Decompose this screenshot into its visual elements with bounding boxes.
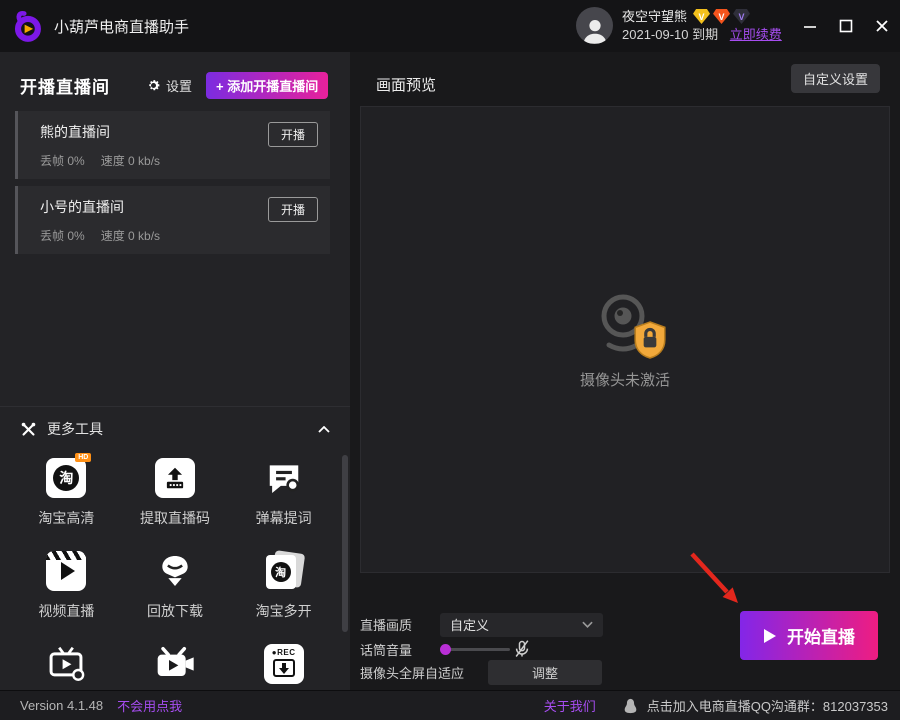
builtin-obs-icon: [154, 643, 196, 685]
room-beautify-icon: [45, 643, 87, 685]
app-logo-icon: [10, 9, 44, 43]
vip-badge-orange-icon[interactable]: V: [713, 9, 730, 24]
app-title: 小葫芦电商直播助手: [54, 16, 189, 37]
statusbar: Version 4.1.48 不会用点我 关于我们 点击加入电商直播QQ沟通群：…: [0, 690, 900, 720]
vip-badge-gold-icon[interactable]: V: [693, 9, 710, 24]
more-tools-label: 更多工具: [47, 419, 318, 439]
quality-label: 直播画质: [360, 615, 412, 634]
renew-link[interactable]: 立即续费: [730, 27, 782, 42]
maximize-button[interactable]: [828, 8, 864, 44]
shield-lock-icon: [633, 321, 667, 359]
go-live-button[interactable]: 开播: [268, 122, 318, 147]
gear-icon: [146, 78, 161, 93]
tools-icon: [20, 421, 37, 438]
tool-label: 弹幕提词: [256, 508, 312, 528]
chevron-down-icon: [582, 621, 593, 628]
more-tools-section: 更多工具 淘 HD 淘宝高清: [0, 406, 350, 714]
taobao-hd-icon: 淘 HD: [45, 457, 87, 499]
expiry-date: 2021-09-10 到期: [622, 27, 718, 42]
room-card[interactable]: 熊的直播间 开播 丢帧 0% 速度 0 kb/s: [15, 111, 330, 179]
more-tools-header[interactable]: 更多工具: [0, 407, 350, 451]
close-icon: [875, 19, 889, 33]
room-card[interactable]: 小号的直播间 开播 丢帧 0% 速度 0 kb/s: [15, 186, 330, 254]
tool-label: 提取直播码: [140, 508, 210, 528]
username: 夜空守望熊: [622, 8, 687, 26]
tool-replay-download[interactable]: 回放下载: [121, 550, 230, 621]
tool-label: 视频直播: [38, 601, 94, 621]
tool-extract-stream-code[interactable]: 提取直播码: [121, 457, 230, 528]
taobao-multi-icon: 淘: [263, 550, 305, 592]
tool-danmu-prompter[interactable]: 弹幕提词: [229, 457, 338, 528]
preview-title: 画面预览: [376, 74, 436, 95]
user-info: 夜空守望熊 V V V 2021-09-10 到期 立即续费: [576, 7, 782, 44]
app-window: 小葫芦电商直播助手 夜空守望熊 V V V 2021-0: [0, 0, 900, 720]
tool-video-live[interactable]: 视频直播: [12, 550, 121, 621]
play-icon: [763, 628, 777, 644]
sidebar-title: 开播直播间: [20, 73, 110, 98]
minimize-icon: [803, 19, 817, 33]
go-live-button[interactable]: 开播: [268, 197, 318, 222]
preview-box: 摄像头未激活: [360, 106, 890, 573]
speed: 速度 0 kb/s: [101, 152, 160, 169]
custom-settings-button[interactable]: 自定义设置: [791, 64, 880, 93]
dropped-frames: 丢帧 0%: [40, 152, 85, 169]
avatar[interactable]: [576, 7, 613, 44]
video-live-icon: [45, 550, 87, 592]
quality-select[interactable]: 自定义: [440, 613, 603, 637]
tool-label: 淘宝多开: [256, 601, 312, 621]
vip-badge-dark-icon[interactable]: V: [733, 9, 750, 24]
speed: 速度 0 kb/s: [101, 227, 160, 244]
sidebar-scrollbar[interactable]: [342, 455, 348, 632]
camera-fit-label: 摄像头全屏自适应: [360, 663, 464, 682]
tools-grid: 淘 HD 淘宝高清: [0, 451, 350, 714]
settings-button[interactable]: 设置: [146, 76, 192, 95]
window-controls: [792, 0, 900, 52]
sidebar: 开播直播间 设置 + 添加开播直播间 熊的直播间 开播 丢帧 0% 速度 0 k…: [0, 52, 350, 690]
camera-status-text: 摄像头未激活: [580, 369, 670, 390]
start-live-button[interactable]: 开始直播: [740, 611, 878, 660]
extract-stream-code-icon: [154, 457, 196, 499]
qq-penguin-icon: [622, 697, 639, 715]
tool-label: 淘宝高清: [38, 508, 94, 528]
dropped-frames: 丢帧 0%: [40, 227, 85, 244]
minimize-button[interactable]: [792, 8, 828, 44]
annotation-arrow: [680, 548, 750, 612]
tool-taobao-hd[interactable]: 淘 HD 淘宝高清: [12, 457, 121, 528]
tool-label: 回放下载: [147, 601, 203, 621]
about-link[interactable]: 关于我们: [544, 696, 596, 715]
mic-muted-icon[interactable]: [512, 638, 532, 660]
help-link[interactable]: 不会用点我: [117, 696, 182, 715]
titlebar: 小葫芦电商直播助手 夜空守望熊 V V V 2021-0: [0, 0, 900, 52]
adjust-button[interactable]: 调整: [488, 660, 602, 685]
replay-download-icon: [154, 550, 196, 592]
settings-label: 设置: [166, 76, 192, 95]
tool-taobao-multi[interactable]: 淘 淘宝多开: [229, 550, 338, 621]
maximize-icon: [839, 19, 853, 33]
mic-volume-slider[interactable]: [440, 638, 510, 662]
quality-value: 自定义: [450, 615, 582, 634]
danmu-prompter-icon: [263, 457, 305, 499]
person-icon: [580, 16, 610, 44]
slider-knob[interactable]: [440, 644, 451, 655]
live-record-icon: ●REC: [263, 643, 305, 685]
chevron-up-icon[interactable]: [318, 426, 330, 433]
close-button[interactable]: [864, 8, 900, 44]
mic-volume-label: 话筒音量: [360, 640, 412, 659]
add-room-button[interactable]: + 添加开播直播间: [206, 72, 328, 99]
version-text: Version 4.1.48: [20, 698, 103, 713]
qq-group-text[interactable]: 点击加入电商直播QQ沟通群：812037353: [647, 696, 888, 715]
main-panel: 画面预览 自定义设置 摄像头未激活 直播画质: [350, 52, 900, 690]
